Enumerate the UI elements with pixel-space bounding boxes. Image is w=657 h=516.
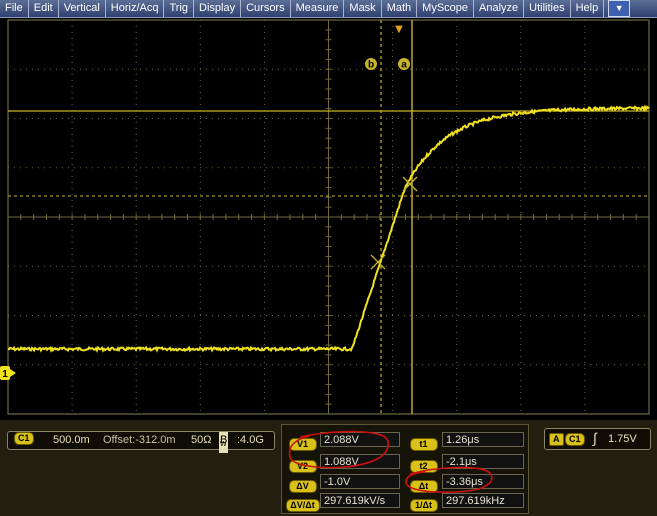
menu-help[interactable]: Help	[571, 0, 605, 17]
waveform-display: b a ▼ 1	[0, 19, 650, 415]
menu-myscope[interactable]: MyScope	[417, 0, 475, 17]
menu-math[interactable]: Math	[382, 0, 418, 17]
menu-analyze[interactable]: Analyze	[474, 0, 525, 17]
channel-1-ground-marker[interactable]: 1	[2, 369, 8, 380]
menu-bar: File Edit Vertical Horiz/Acq Trig Display Curs…	[0, 0, 657, 18]
annotation-layer	[288, 430, 493, 493]
menu-edit[interactable]: Edit	[29, 0, 59, 17]
menu-display[interactable]: Display	[194, 0, 242, 17]
trigger-position-marker[interactable]: ▼	[395, 24, 403, 35]
menu-utilities[interactable]: Utilities	[524, 0, 571, 17]
menu-trig[interactable]: Trig	[164, 0, 195, 17]
menu-measure[interactable]: Measure	[291, 0, 345, 17]
menu-file[interactable]: File	[0, 0, 29, 17]
cursor-a-label[interactable]: a	[401, 60, 407, 71]
menu-mask[interactable]: Mask	[344, 0, 382, 17]
ground-marker-arrow	[10, 369, 16, 377]
menu-dropdown-button[interactable]: ▼	[608, 0, 631, 17]
menu-horiz-acq[interactable]: Horiz/Acq	[106, 0, 165, 17]
cursor-b-label[interactable]: b	[368, 60, 374, 71]
menu-vertical[interactable]: Vertical	[59, 0, 106, 17]
annotation-circle-v1-v2	[288, 430, 389, 469]
readout-panel: C1 500.0m Offset:-312.0m 50Ω BW :4.0G V1…	[0, 420, 657, 516]
menu-cursors[interactable]: Cursors	[241, 0, 291, 17]
annotation-circle-delta-t	[405, 466, 493, 493]
